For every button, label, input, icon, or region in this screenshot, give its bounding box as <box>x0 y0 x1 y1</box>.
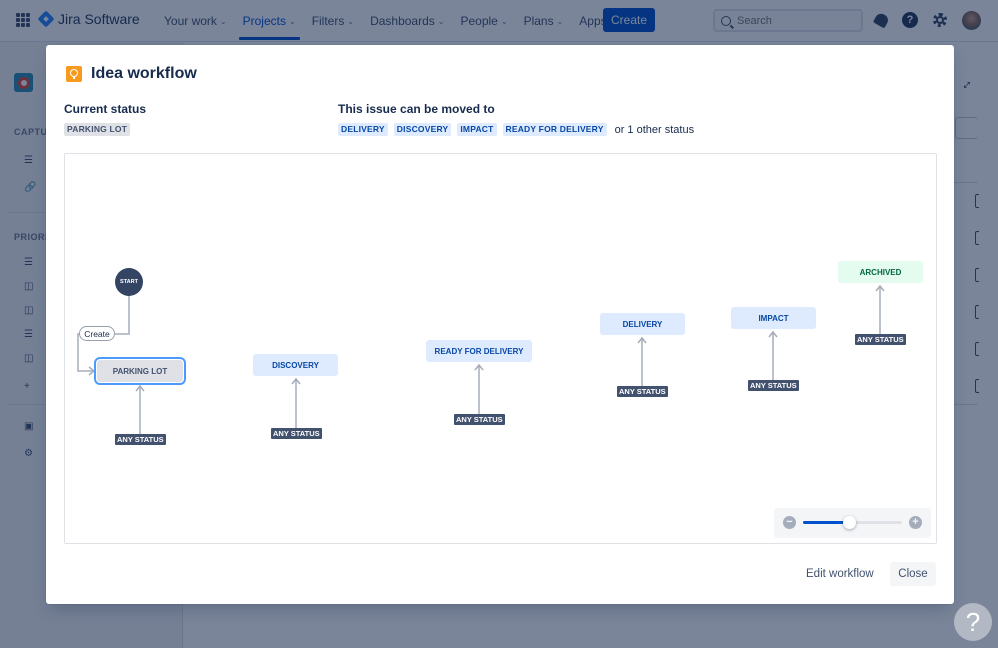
current-status-lozenge: PARKING LOT <box>64 123 131 136</box>
zoom-slider-thumb[interactable] <box>842 516 856 529</box>
zoom-slider-fill <box>803 521 849 524</box>
connector-any-discovery <box>291 377 301 428</box>
modal-title: Idea workflow <box>91 65 197 82</box>
node-ready-for-delivery[interactable]: READY FOR DELIVERY <box>426 340 532 362</box>
any-status-label: ANY STATUS <box>748 380 799 391</box>
node-discovery[interactable]: DISCOVERY <box>253 354 338 376</box>
connector-any-impact <box>768 330 778 380</box>
status-lozenge-impact: IMPACT <box>457 123 497 136</box>
modal-header: Idea workflow <box>66 65 197 83</box>
create-transition[interactable]: Create <box>79 326 115 341</box>
transition-targets: DELIVERY DISCOVERY IMPACT READY FOR DELI… <box>338 123 694 136</box>
any-status-label: ANY STATUS <box>115 434 166 445</box>
close-button[interactable]: Close <box>890 562 936 586</box>
status-lozenge-discovery: DISCOVERY <box>393 123 452 136</box>
zoom-in-icon[interactable]: + <box>909 516 922 529</box>
lightbulb-icon <box>66 66 82 82</box>
zoom-control: − + <box>774 508 931 538</box>
connector-any-readyfordelivery <box>474 363 484 414</box>
help-floating-button[interactable]: ? <box>954 603 992 641</box>
node-delivery[interactable]: DELIVERY <box>600 313 685 335</box>
any-status-label: ANY STATUS <box>855 334 906 345</box>
any-status-label: ANY STATUS <box>454 414 505 425</box>
node-parking-lot[interactable]: PARKING LOT <box>94 357 186 385</box>
connector-start-create <box>115 296 130 335</box>
current-status-label: Current status <box>64 102 147 116</box>
node-impact[interactable]: IMPACT <box>731 307 816 329</box>
start-node: START <box>115 268 143 296</box>
moved-to-label: This issue can be moved to <box>338 102 495 116</box>
workflow-diagram[interactable]: START Create PARKING LOT DISCOVERY READY… <box>64 153 937 544</box>
status-lozenge-delivery: DELIVERY <box>338 123 388 136</box>
status-lozenge-ready-for-delivery: READY FOR DELIVERY <box>502 123 607 136</box>
connector-any-parkinglot <box>135 384 145 434</box>
edit-workflow-button[interactable]: Edit workflow <box>798 562 882 586</box>
other-status-text: or 1 other status <box>614 123 695 136</box>
zoom-slider[interactable] <box>803 516 902 529</box>
connector-any-archived <box>875 284 885 334</box>
connector-any-delivery <box>637 336 647 386</box>
any-status-label: ANY STATUS <box>617 386 668 397</box>
any-status-label: ANY STATUS <box>271 428 322 439</box>
workflow-modal: Idea workflow Current status PARKING LOT… <box>46 45 954 604</box>
node-archived[interactable]: ARCHIVED <box>838 261 923 283</box>
zoom-out-icon[interactable]: − <box>783 516 796 529</box>
